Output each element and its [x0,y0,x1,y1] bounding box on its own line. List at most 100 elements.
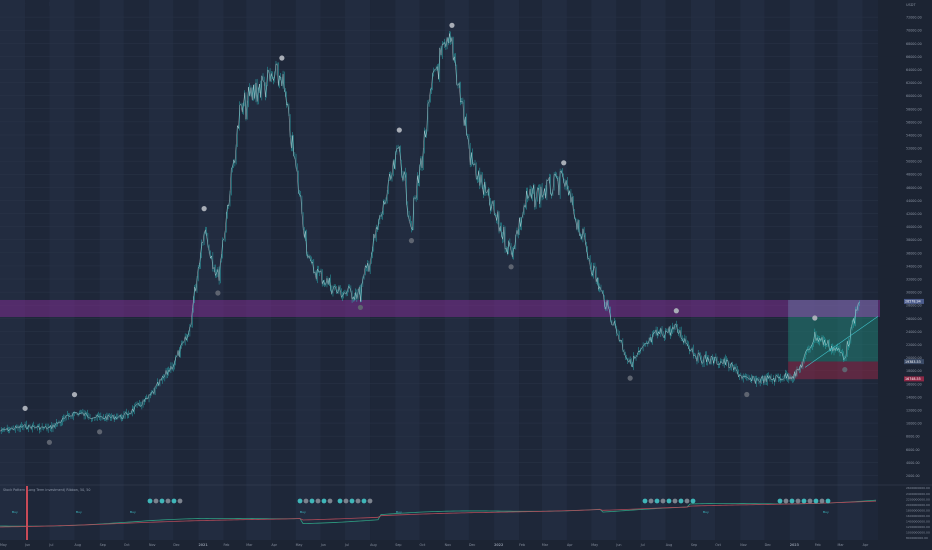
y-tick-label: 72000.00 [906,16,922,20]
y-tick-label: 50000.00 [906,160,922,164]
month-band [295,0,321,540]
month-band [715,0,741,540]
y-tick-label: 40000.00 [906,225,922,229]
price-chart[interactable]: 72000.00 70000.00 68000.00 66000.00 64000.00… [0,0,932,550]
swing-high-marker [812,315,818,321]
x-tick-label: 2023 [790,543,800,547]
osc-y-tick: 800000000.00 [906,536,928,540]
target-zone [788,299,878,317]
y-tick-label: 26000.00 [906,317,922,321]
osc-y-tick: 1000000000.00 [906,531,930,535]
x-tick-label: Jul [48,543,53,547]
signal-dot [789,498,795,504]
y-tick-label: 2000.00 [906,474,920,478]
osc-y-tick: 1600000000.00 [906,514,930,518]
x-tick-label: Jun [320,543,326,547]
x-tick-label: Dec [765,543,772,547]
y-tick-label: 36000.00 [906,251,922,255]
signal-dot [678,498,684,504]
swing-high-marker [449,22,455,28]
x-tick-label: Oct [420,543,426,547]
signal-dot [777,498,783,504]
x-tick-label: Apr [863,543,869,547]
x-tick-label: Aug [75,543,81,547]
y-tick-label: 54000.00 [906,133,922,137]
purple-zone [0,299,880,317]
y-tick-label: 56000.00 [906,120,922,124]
x-tick-label: Dec [173,543,180,547]
x-tick-label: Apr [271,543,277,547]
y-tick-label: 30000.00 [906,291,922,295]
y-tick-label: 52000.00 [906,147,922,151]
signal-dot [303,498,309,504]
y-tick-label: 44000.00 [906,199,922,203]
signal-dot [355,498,361,504]
month-band [223,0,247,540]
y-tick-label: 34000.00 [906,264,922,268]
y-tick-label: 58000.00 [906,107,922,111]
buy-label: Buy [76,510,82,514]
y-tick-label: 46000.00 [906,186,922,190]
signal-dot [795,498,801,504]
y-tick-label: 38000.00 [906,238,922,242]
signal-dot [361,498,367,504]
month-band [395,0,420,540]
y-tick-label: 16000.00 [906,382,922,386]
buy-label: Buy [130,510,136,514]
month-band [370,0,396,540]
x-tick-label: Feb [519,543,525,547]
x-tick-label: Jul [344,543,349,547]
signal-dot [807,498,813,504]
swing-low-marker [408,238,415,244]
month-band [616,0,641,540]
month-band [25,0,50,540]
signal-dot [813,498,819,504]
signal-dot [825,498,831,504]
swing-high-marker [22,405,28,411]
osc-title: Stock Pattern (Long Term investment) Rib… [3,488,90,492]
x-tick-label: Aug [370,543,376,547]
month-band [320,0,346,540]
x-tick-label: Aug [666,543,672,547]
swing-high-marker [201,206,207,212]
swing-low-marker [357,304,364,311]
month-band [49,0,75,540]
buy-label: Buy [396,510,402,514]
month-band [519,0,542,540]
y-tick-label: 24000.00 [906,330,922,334]
swing-low-marker [744,391,750,398]
y-tick-label: 4000.00 [906,461,920,465]
y-tick-label: 60000.00 [906,94,922,98]
swing-high-marker [673,308,679,314]
y-tick-label: 18000.00 [906,369,922,373]
y-tick-label: 48000.00 [906,173,922,177]
y-tick-label: 22000.00 [906,343,922,347]
x-tick-label: 2022 [494,543,503,547]
x-tick-label: Dec [469,543,476,547]
x-tick-label: Apr [567,543,573,547]
month-band [74,0,100,540]
month-band [468,0,495,540]
month-band [665,0,691,540]
x-tick-label: Oct [124,543,130,547]
signal-dot [801,498,807,504]
chart-root: BITCOIN / USDT, 1D, BITGET BUY 72000.007… [0,0,932,550]
swing-low-marker [842,367,848,373]
buy-label: Buy [12,510,18,514]
month-band [837,0,863,540]
signal-dot [315,498,321,504]
signal-dot [660,498,666,504]
x-tick-label: Feb [224,543,230,547]
signal-dot [367,498,373,504]
osc-y-tick: 2600000000.00 [906,486,930,490]
y-tick-label: 28000.00 [906,304,922,308]
signal-dot [666,498,672,504]
signal-dot [321,498,327,504]
y-tick-label: 70000.00 [906,29,922,33]
y-tick-label: 66000.00 [906,55,922,59]
swing-low-marker [508,264,514,270]
profit-zone [788,316,878,362]
x-tick-label: Mar [838,543,845,547]
swing-high-marker [561,160,567,166]
signal-dot [648,498,654,504]
